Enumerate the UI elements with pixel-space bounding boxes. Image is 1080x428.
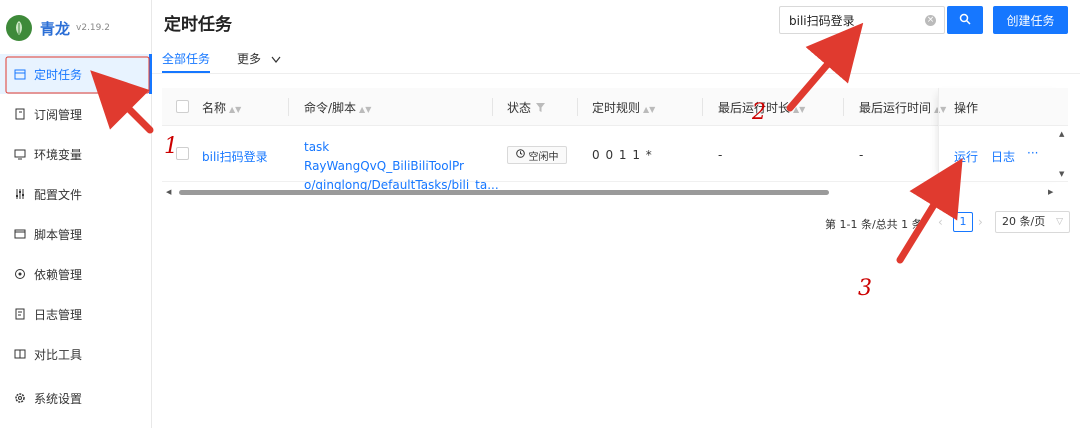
sliders-icon: [14, 188, 26, 200]
log-button[interactable]: 日志: [991, 148, 1015, 165]
active-tab-indicator: [162, 71, 210, 73]
tab-more-label: 更多: [237, 52, 262, 66]
sort-icon: ▲▼: [643, 105, 656, 114]
tab-all-tasks[interactable]: 全部任务: [162, 50, 210, 67]
subscription-icon: [14, 108, 26, 120]
scroll-down-icon[interactable]: ▼: [1059, 170, 1064, 178]
compare-icon: [14, 348, 26, 360]
tab-more[interactable]: 更多: [237, 50, 281, 67]
sidebar-item-label: 日志管理: [34, 307, 83, 322]
brand-name: 青龙: [40, 19, 71, 38]
column-header-label: 状态: [507, 101, 532, 115]
sidebar-item-scripts[interactable]: 脚本管理: [0, 214, 152, 254]
sidebar-item-env-vars[interactable]: 环境变量: [0, 134, 152, 174]
sidebar-item-subscriptions[interactable]: 订阅管理: [0, 94, 152, 134]
annotation-marker-2: 2: [752, 100, 766, 125]
sidebar-item-label: 依赖管理: [34, 267, 83, 282]
sidebar-item-label: 订阅管理: [34, 107, 83, 122]
sort-icon: ▲▼: [229, 105, 242, 114]
clear-icon[interactable]: ×: [925, 15, 936, 26]
column-separator: [492, 98, 493, 116]
status-text: 空闲中: [528, 151, 559, 163]
brand-version: v2.19.2: [76, 23, 110, 33]
tab-bar: 全部任务 更多: [152, 42, 1080, 74]
column-separator: [577, 98, 578, 116]
brand: 青龙 v2.19.2: [0, 0, 151, 56]
sidebar-item-cron-tasks[interactable]: 定时任务: [0, 54, 152, 94]
sidebar-item-label: 环境变量: [34, 147, 83, 162]
sidebar: 青龙 v2.19.2 定时任务 订阅管理 环境变量 配置文件 脚本管理 依赖管理…: [0, 0, 152, 428]
column-header-command[interactable]: 命令/脚本 ▲▼: [304, 99, 371, 116]
column-header-schedule[interactable]: 定时规则 ▲▼: [592, 99, 655, 116]
last-duration-value: -: [718, 148, 723, 162]
search-button[interactable]: [947, 6, 983, 34]
gear-icon: [14, 392, 26, 404]
next-page-icon[interactable]: ›: [978, 215, 983, 229]
column-header-status[interactable]: 状态: [507, 99, 546, 116]
run-button[interactable]: 运行: [954, 148, 978, 165]
sort-icon: ▲▼: [793, 105, 806, 114]
more-actions-button[interactable]: ···: [1027, 146, 1038, 160]
sidebar-item-diff-tool[interactable]: 对比工具: [0, 334, 152, 374]
column-separator: [702, 98, 703, 116]
annotation-marker-3: 3: [858, 276, 872, 301]
scrollbar-thumb[interactable]: [179, 190, 829, 195]
horizontal-scrollbar[interactable]: ◀ ▶: [162, 188, 1068, 196]
monitor-icon: [14, 148, 26, 160]
qinglong-logo-icon: [6, 15, 32, 41]
column-header-last-run[interactable]: 最后运行时间 ▲▼: [859, 99, 946, 116]
log-icon: [14, 308, 26, 320]
column-header-label: 名称: [202, 101, 227, 115]
sidebar-item-logs[interactable]: 日志管理: [0, 294, 152, 334]
filter-icon[interactable]: [536, 101, 546, 115]
scroll-right-icon[interactable]: ▶: [1048, 188, 1053, 196]
page-size-value: 20 条/页: [1002, 215, 1046, 228]
column-separator: [288, 98, 289, 116]
main-content: 定时任务 × 创建任务 全部任务 更多 名称▲▼ 命令/脚本▲▼ 状态 定时规则…: [152, 0, 1080, 428]
clock-icon: [515, 149, 525, 161]
sidebar-item-dependencies[interactable]: 依赖管理: [0, 254, 152, 294]
sidebar-item-config-files[interactable]: 配置文件: [0, 174, 152, 214]
page-title: 定时任务: [164, 15, 232, 35]
chevron-down-icon: ▽: [1056, 217, 1063, 227]
sidebar-item-settings[interactable]: 系统设置: [0, 378, 152, 418]
chevron-down-icon: [271, 52, 281, 66]
column-separator: [843, 98, 844, 116]
sidebar-item-label: 定时任务: [34, 67, 83, 82]
column-header-label: 命令/脚本: [304, 101, 357, 115]
page-number-button[interactable]: 1: [953, 212, 973, 232]
table-header: 名称 ▲▼ 命令/脚本 ▲▼ 状态 定时规则 ▲▼ 最后运行时长 ▲▼ 最后运行时间 ▲▼: [162, 88, 1068, 126]
column-header-actions: 操作: [954, 101, 979, 115]
scroll-left-icon[interactable]: ◀: [166, 188, 171, 196]
prev-page-icon[interactable]: ‹: [938, 215, 943, 229]
status-badge: 空闲中: [507, 146, 567, 164]
page-size-select[interactable]: 20 条/页 ▽: [995, 211, 1070, 233]
code-window-icon: [14, 228, 26, 240]
create-task-button[interactable]: 创建任务: [993, 6, 1068, 34]
task-command[interactable]: task RayWangQvQ_BiliBiliToolPr o/qinglon…: [304, 138, 499, 195]
search-icon: [959, 13, 971, 28]
select-all-checkbox[interactable]: [176, 100, 189, 113]
sidebar-item-label: 对比工具: [34, 347, 83, 362]
sort-icon: ▲▼: [359, 105, 372, 114]
search-input[interactable]: [789, 13, 919, 27]
task-command-line1: task RayWangQvQ_BiliBiliToolPr: [304, 140, 464, 173]
scroll-up-icon[interactable]: ▲: [1059, 130, 1064, 138]
search-field[interactable]: ×: [779, 6, 945, 34]
actions-column: 操作 运行 日志 ··· ▲ ▼: [938, 88, 1068, 182]
task-name-link[interactable]: bili扫码登录: [202, 148, 268, 165]
column-header-label: 定时规则: [592, 101, 641, 115]
column-header-label: 最后运行时间: [859, 101, 932, 115]
column-header-name[interactable]: 名称 ▲▼: [202, 99, 241, 116]
last-run-value: -: [859, 148, 864, 162]
schedule-value: 0 0 1 1 *: [592, 148, 653, 162]
pagination-summary: 第 1-1 条/总共 1 条: [825, 218, 923, 231]
sidebar-item-label: 配置文件: [34, 187, 83, 202]
sidebar-item-label: 脚本管理: [34, 227, 83, 242]
annotation-marker-1: 1: [164, 134, 178, 159]
sidebar-item-label: 系统设置: [34, 391, 83, 406]
calendar-icon: [14, 68, 26, 80]
dependency-icon: [14, 268, 26, 280]
table-row: bili扫码登录 task RayWangQvQ_BiliBiliToolPr …: [162, 126, 1068, 192]
